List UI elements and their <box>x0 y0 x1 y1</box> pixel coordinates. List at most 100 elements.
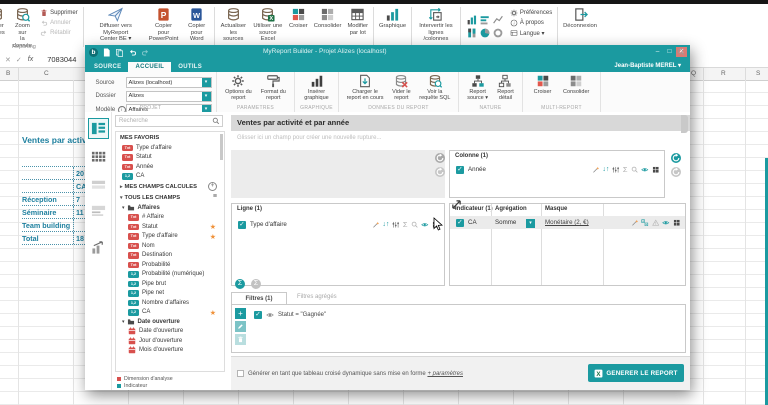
maximize-button[interactable]: □ <box>664 47 675 57</box>
rail-layout-split-view[interactable] <box>88 200 109 221</box>
grid-icon[interactable] <box>652 166 660 174</box>
sheet-row[interactable]: Séminaire11 <box>22 206 85 219</box>
sigma-icon[interactable]: Σ <box>623 166 628 174</box>
field-item[interactable]: 1,2Nombre d'affaires <box>116 298 224 308</box>
menu-icon[interactable]: ≡ <box>213 193 217 200</box>
colonne-field[interactable]: Année <box>468 166 486 173</box>
favorites-header[interactable]: MES FAVORIS <box>116 132 224 143</box>
agregation-caret-icon[interactable]: ▾ <box>526 219 535 228</box>
copy-icon[interactable] <box>115 48 124 57</box>
insert-chart-button[interactable]: Insérer graphique <box>303 74 329 101</box>
tab-filtres-agreges[interactable]: Filtres agrégés <box>297 294 337 300</box>
column-header-Q[interactable]: Q <box>691 70 696 77</box>
pr-f-rences-button[interactable]: Préférences <box>510 9 552 17</box>
field-item[interactable]: TxtStatut★ <box>116 222 224 232</box>
sigma-icon[interactable]: Σ <box>403 221 408 229</box>
filter-expression[interactable]: Statut = "Gagnée" <box>278 312 326 318</box>
clear-report-button[interactable]: Vider le report <box>391 74 412 101</box>
rail-chart-view[interactable] <box>88 237 109 258</box>
column-header-R[interactable]: R <box>721 70 726 77</box>
croiser-button[interactable]: Croiser <box>286 6 311 30</box>
-propos-button[interactable]: iÀ propos <box>510 19 552 27</box>
move-left-button[interactable] <box>435 153 445 163</box>
sort-icon[interactable]: ↓↑ <box>382 221 389 229</box>
tab-accueil[interactable]: ACCUEIL <box>128 62 171 72</box>
colonne-zone[interactable]: Colonne (1) ✓ Année ↓↑Σ <box>449 150 665 198</box>
eye-icon[interactable] <box>421 221 429 229</box>
move-left-button-2[interactable] <box>435 167 445 177</box>
wand-icon[interactable] <box>631 219 639 227</box>
checkbox-checked-icon[interactable]: ✓ <box>456 219 464 227</box>
eye-icon[interactable] <box>266 311 274 319</box>
new-document-icon[interactable] <box>102 48 111 57</box>
consolider-report-button[interactable]: Consolider <box>562 74 590 95</box>
copy-word-button[interactable]: WCopier pour Word <box>181 6 212 43</box>
minimize-button[interactable]: – <box>652 47 663 57</box>
minibar-icon[interactable] <box>467 12 477 22</box>
folder-date-ouverture[interactable]: ▾Date ouverture <box>116 317 224 327</box>
field-item[interactable]: TxtDestination <box>116 251 224 261</box>
field-item[interactable]: Txt# Affaire <box>116 213 224 223</box>
sigma-button[interactable]: Σ <box>235 279 245 289</box>
folder-affaires[interactable]: ▾Affaires <box>116 203 224 213</box>
checkbox-checked-icon[interactable]: ✓ <box>254 311 262 319</box>
dossier-select[interactable]: Alizes▾ <box>126 91 212 102</box>
undo-icon[interactable] <box>128 48 137 57</box>
tab-source[interactable]: SOURCE <box>87 62 128 72</box>
field-item[interactable]: 1,2Pipe net <box>116 289 224 299</box>
grid-icon[interactable] <box>673 219 681 227</box>
minidonut-icon[interactable] <box>493 25 503 35</box>
all-fields-header[interactable]: ▾TOUS LES CHAMPS≡ <box>116 192 224 203</box>
search-icon[interactable] <box>631 166 639 174</box>
sheet-data-table[interactable]: 20CARéception7Séminaire11Team buildingTo… <box>22 166 85 245</box>
plusminus-icon[interactable] <box>641 219 649 227</box>
invert-rows-cols-button[interactable]: Intervertir les lignes /colonnes <box>414 6 458 43</box>
minipie-icon[interactable] <box>480 25 490 35</box>
sheet-row[interactable]: Réception7 <box>22 193 85 206</box>
clipped-button[interactable]: aliser nnées <box>0 6 8 36</box>
caret-down-icon[interactable]: ▾ <box>122 319 125 325</box>
field-item[interactable]: 1,2Pipe brut <box>116 279 224 289</box>
eye-icon[interactable] <box>662 219 670 227</box>
dialog-titlebar[interactable]: b MyReport Builder - Projet Alizes (loca… <box>85 45 690 59</box>
eye-icon[interactable] <box>641 166 649 174</box>
wand-icon[interactable] <box>372 221 380 229</box>
favorite-star-icon[interactable]: ★ <box>210 309 216 317</box>
miniline-icon[interactable] <box>493 12 503 22</box>
croiser-report-button[interactable]: Croiser <box>533 74 553 95</box>
favorite-star-icon[interactable]: ★ <box>210 223 216 231</box>
swap-rows-columns-icon[interactable] <box>450 198 463 211</box>
sort-icon[interactable]: ↓↑ <box>602 166 609 174</box>
generate-report-button[interactable]: X GENERER LE REPORT <box>588 364 684 382</box>
abacus-icon[interactable] <box>612 166 620 174</box>
field-list[interactable]: MES FAVORISTxtType d'affaireTxtStatutTxt… <box>115 131 225 372</box>
report-options-button[interactable]: Options du report <box>224 74 253 101</box>
delete-filter-button[interactable] <box>235 334 246 345</box>
cancel-icon[interactable]: ✕ <box>5 56 11 64</box>
search-icon[interactable] <box>411 221 419 229</box>
graphique-button[interactable]: Graphique <box>376 6 409 30</box>
favorite-star-icon[interactable]: ★ <box>210 233 216 241</box>
favorite-field[interactable]: TxtStatut <box>116 153 224 163</box>
ministack-icon[interactable] <box>467 25 477 35</box>
r-tablir-button[interactable]: Rétablir <box>40 29 78 37</box>
favorite-field[interactable]: 1,2CA <box>116 172 224 182</box>
add-filter-button[interactable]: + <box>235 308 246 319</box>
checkbox-checked-icon[interactable]: ✓ <box>238 221 246 229</box>
rail-layout-rows-view[interactable] <box>88 174 109 195</box>
rail-table-view[interactable] <box>88 146 109 167</box>
load-report-button[interactable]: Charger le report en cours <box>346 74 385 101</box>
checkbox-checked-icon[interactable]: ✓ <box>456 166 464 174</box>
indicateur-zone[interactable]: Indicateur (1) Agrégation Masque ✓ CA So… <box>449 203 686 286</box>
scrollbar-thumb[interactable] <box>220 134 223 160</box>
field-item[interactable]: Jour d'ouverture <box>116 336 224 346</box>
warning-icon[interactable] <box>652 219 660 227</box>
langue--button[interactable]: Langue ▾ <box>510 29 552 37</box>
user-menu[interactable]: Jean-Baptiste MEREL ▾ <box>614 62 681 69</box>
wand-icon[interactable] <box>592 166 600 174</box>
field-item[interactable]: 1,2Probabilité (numérique) <box>116 270 224 280</box>
field-item[interactable]: 1,2CA★ <box>116 308 224 318</box>
ribbon-search-icon[interactable] <box>677 48 685 56</box>
minihbar-icon[interactable] <box>480 12 490 22</box>
column-header-S[interactable]: S <box>756 70 760 77</box>
